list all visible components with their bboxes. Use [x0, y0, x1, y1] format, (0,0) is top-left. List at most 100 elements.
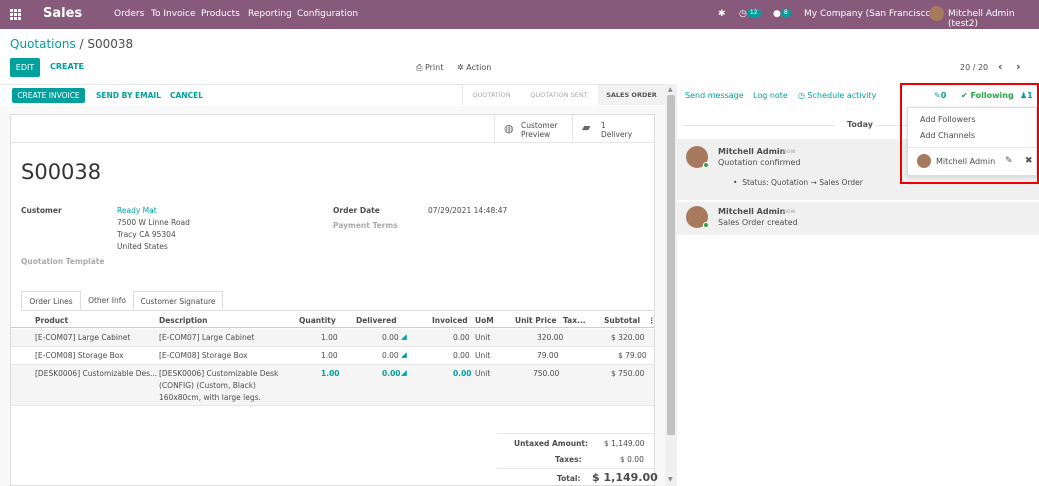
- user-avatar[interactable]: [929, 6, 944, 21]
- date-separator: Today: [847, 120, 873, 129]
- address-line-1: 7500 W Linne Road: [117, 218, 190, 227]
- menu-configuration[interactable]: Configuration: [297, 9, 358, 19]
- menu-orders[interactable]: Orders: [114, 9, 144, 19]
- stage-quotation-sent[interactable]: QUOTATION SENT: [520, 85, 598, 105]
- menu-reporting[interactable]: Reporting: [248, 9, 292, 19]
- print-icon: ⎙: [416, 63, 425, 72]
- cell-quantity[interactable]: 1.00: [321, 369, 340, 378]
- forecast-chart-icon[interactable]: ◢: [401, 368, 407, 377]
- address-line-3: United States: [117, 242, 168, 251]
- message-author[interactable]: Mitchell Admin: [718, 207, 785, 216]
- create-button[interactable]: CREATE: [50, 62, 84, 71]
- col-taxes[interactable]: Tax...: [563, 316, 586, 325]
- clock-icon: ◷: [798, 91, 808, 100]
- taxes-label: Taxes:: [555, 455, 582, 464]
- tab-other-info[interactable]: Other Info: [83, 291, 131, 310]
- breadcrumb-sep: /: [75, 37, 88, 51]
- message-author[interactable]: Mitchell Admin: [718, 147, 785, 156]
- scrollbar-thumb[interactable]: [667, 95, 675, 435]
- order-title: S00038: [21, 160, 102, 184]
- message-tracking-value: • Status: Quotation → Sales Order: [733, 178, 863, 187]
- bug-icon[interactable]: ✱: [718, 9, 726, 19]
- col-invoiced[interactable]: Invoiced: [432, 316, 468, 325]
- globe-icon: ◍: [504, 122, 514, 135]
- cell-invoiced: 0.00: [453, 369, 472, 378]
- apps-menu-icon[interactable]: [10, 9, 21, 20]
- col-product[interactable]: Product: [35, 316, 68, 325]
- pager-next-icon[interactable]: ›: [1016, 60, 1021, 73]
- untaxed-label: Untaxed Amount:: [514, 439, 589, 448]
- stage-sales-order[interactable]: SALES ORDER: [598, 85, 665, 105]
- address-line-2: Tracy CA 95304: [117, 230, 176, 239]
- scroll-down-icon[interactable]: ▼: [668, 476, 673, 483]
- cell-delivered[interactable]: 0.00: [382, 333, 399, 342]
- cell-invoiced: 0.00: [453, 333, 470, 342]
- col-quantity[interactable]: Quantity: [299, 316, 336, 325]
- menu-products[interactable]: Products: [201, 9, 240, 19]
- cell-uom[interactable]: Unit: [475, 333, 490, 342]
- print-button[interactable]: ⎙ Print: [416, 63, 443, 73]
- col-subtotal[interactable]: Subtotal: [604, 316, 640, 325]
- cell-product[interactable]: [E-COM08] Storage Box: [35, 351, 124, 360]
- cell-subtotal: $ 79.00: [618, 351, 647, 360]
- message-body: Quotation confirmed: [718, 158, 801, 167]
- quotation-template-label: Quotation Template: [21, 257, 105, 266]
- order-date-label: Order Date: [333, 206, 380, 215]
- tab-customer-signature[interactable]: Customer Signature: [133, 291, 223, 310]
- cell-delivered[interactable]: 0.00: [382, 351, 399, 360]
- cell-quantity[interactable]: 1.00: [321, 333, 338, 342]
- gear-icon: ✲: [457, 63, 467, 72]
- messages-icon[interactable]: ● 8: [773, 9, 791, 19]
- col-unit-price[interactable]: Unit Price: [515, 316, 557, 325]
- pager-prev-icon[interactable]: ‹: [998, 60, 1003, 73]
- cell-delivered[interactable]: 0.00: [382, 369, 401, 378]
- cell-uom[interactable]: Unit: [475, 351, 490, 360]
- breadcrumb-current: S00038: [87, 37, 134, 51]
- cell-uom[interactable]: Unit: [475, 369, 490, 378]
- tab-order-lines[interactable]: Order Lines: [21, 291, 81, 310]
- activity-icon[interactable]: ◷ 12: [739, 9, 761, 19]
- cell-description[interactable]: [E-COM07] Large Cabinet: [159, 333, 254, 342]
- menu-to-invoice[interactable]: To Invoice: [151, 9, 196, 19]
- cell-description-line3: 160x80cm, with large legs.: [159, 393, 261, 402]
- stage-quotation[interactable]: QUOTATION: [462, 85, 520, 105]
- cell-unit-price[interactable]: 79.00: [537, 351, 558, 360]
- cell-description[interactable]: [DESK0006] Customizable Desk: [159, 369, 278, 378]
- edit-button[interactable]: EDIT: [10, 58, 40, 77]
- cell-quantity[interactable]: 1.00: [321, 351, 338, 360]
- scroll-up-icon[interactable]: ▲: [668, 86, 673, 93]
- message-time: - now: [779, 208, 796, 215]
- forecast-chart-icon[interactable]: ◢: [401, 332, 407, 341]
- send-by-email-button[interactable]: SEND BY EMAIL: [96, 91, 161, 100]
- cell-invoiced: 0.00: [453, 351, 470, 360]
- log-note-button[interactable]: Log note: [753, 91, 788, 100]
- col-uom[interactable]: UoM: [475, 316, 494, 325]
- create-invoice-button[interactable]: CREATE INVOICE: [12, 88, 85, 103]
- send-message-button[interactable]: Send message: [685, 91, 744, 100]
- cell-product[interactable]: [DESK0006] Customizable Des...: [35, 369, 157, 378]
- order-date-value: 07/29/2021 14:48:47: [428, 206, 508, 215]
- customer-preview-button[interactable]: ◍ Customer Preview: [494, 115, 572, 142]
- col-description[interactable]: Description: [159, 316, 208, 325]
- activity-badge: 12: [746, 9, 761, 17]
- breadcrumb-parent[interactable]: Quotations: [10, 37, 76, 51]
- schedule-activity-button[interactable]: ◷ Schedule activity: [798, 91, 876, 100]
- col-delivered[interactable]: Delivered: [356, 316, 397, 325]
- app-brand[interactable]: Sales: [43, 6, 82, 21]
- user-menu[interactable]: Mitchell Admin (test2): [948, 9, 1039, 29]
- cancel-button[interactable]: CANCEL: [170, 91, 203, 100]
- truck-icon: ▰: [582, 121, 591, 134]
- action-button[interactable]: ✲ Action: [457, 63, 491, 72]
- customer-link[interactable]: Ready Mat: [117, 206, 157, 215]
- cell-description[interactable]: [E-COM08] Storage Box: [159, 351, 248, 360]
- forecast-chart-icon[interactable]: ◢: [401, 350, 407, 359]
- cell-unit-price[interactable]: 320.00: [537, 333, 563, 342]
- column-options-icon[interactable]: ⋮: [648, 316, 656, 325]
- pager-value[interactable]: 20 / 20: [960, 63, 988, 72]
- company-switcher[interactable]: My Company (San Francisco): [804, 9, 934, 19]
- online-status-icon: [703, 222, 709, 228]
- cell-product[interactable]: [E-COM07] Large Cabinet: [35, 333, 130, 342]
- cell-subtotal: $ 320.00: [611, 333, 645, 342]
- cell-unit-price[interactable]: 750.00: [533, 369, 559, 378]
- delivery-button[interactable]: ▰ 1 Delivery: [572, 115, 654, 142]
